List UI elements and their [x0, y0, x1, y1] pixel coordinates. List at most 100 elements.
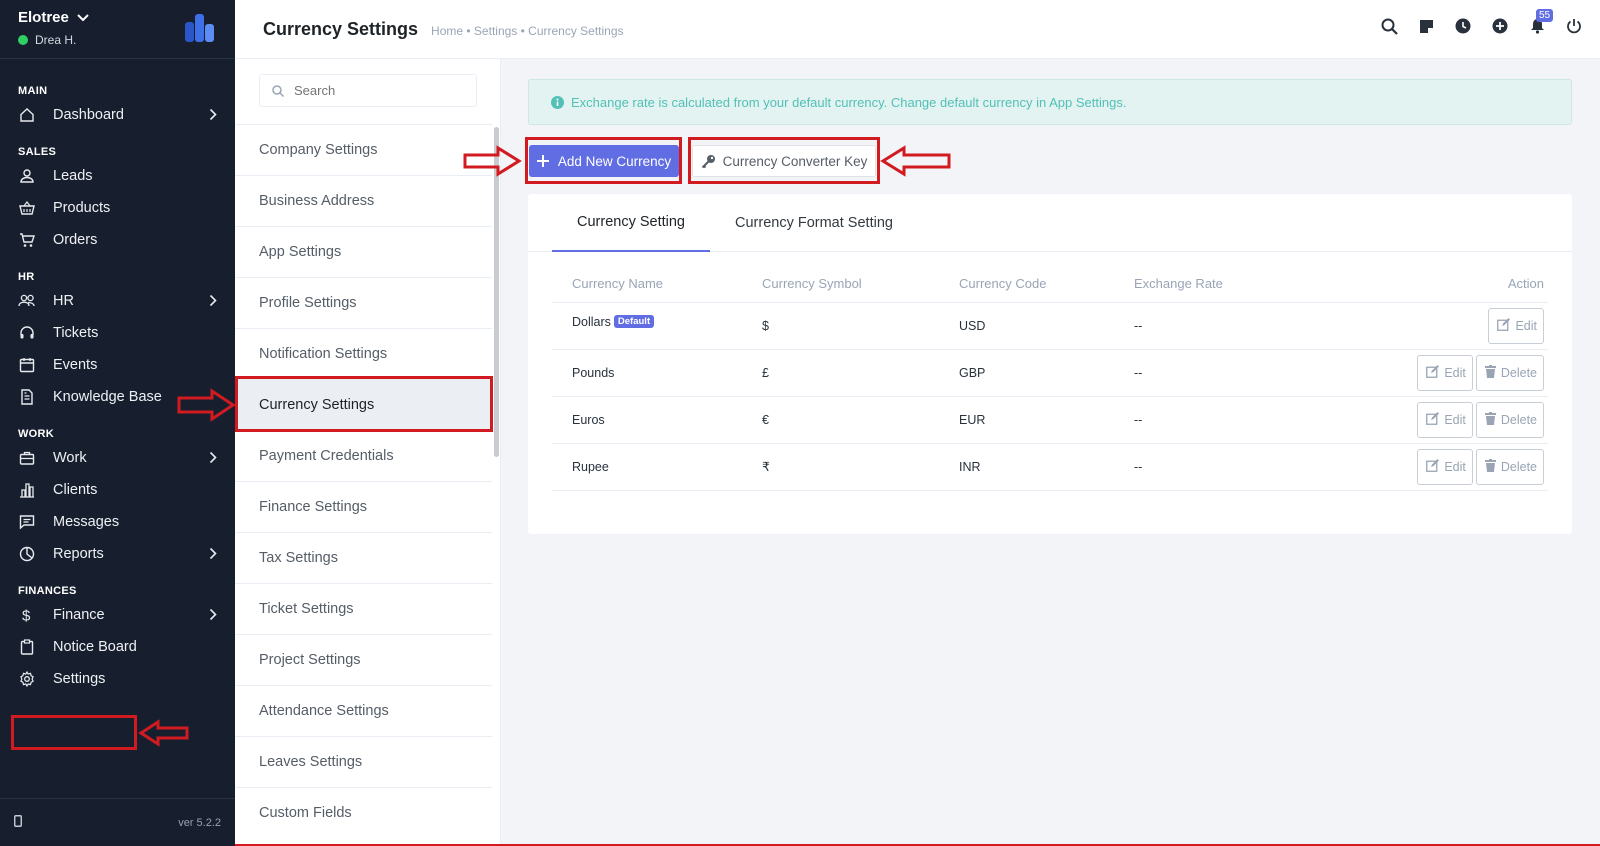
tab-currency-format-setting[interactable]: Currency Format Setting	[710, 194, 918, 252]
settings-menu-list: Company Settings Business Address App Sett…	[235, 124, 492, 838]
add-new-currency-label: Add New Currency	[557, 153, 672, 169]
sidebar-item-clients[interactable]: Clients	[0, 474, 235, 506]
bell-icon[interactable]: 55	[1527, 9, 1554, 36]
currency-tabs: Currency Setting Currency Format Setting	[528, 194, 1572, 252]
delete-label: Delete	[1500, 412, 1537, 427]
sidebar: Elotree Drea H. MAIN Dashboard SALES Leads P…	[0, 0, 235, 846]
action-cell: Edit Delete	[1314, 396, 1548, 444]
currency-code-cell: GBP	[939, 349, 1114, 397]
currency-converter-key-button[interactable]: Currency Converter Key	[692, 145, 876, 177]
settings-menu-scrollbar[interactable]	[494, 127, 499, 457]
sidebar-item-leads[interactable]: Leads	[0, 160, 235, 192]
sidebar-item-products[interactable]: Products	[0, 192, 235, 224]
headset-icon	[18, 324, 36, 342]
currency-name: Euros	[572, 412, 605, 427]
settings-menu-item-tax-settings[interactable]: Tax Settings	[235, 532, 492, 583]
sidebar-item-settings[interactable]: Settings	[0, 663, 235, 695]
chevron-right-icon	[209, 294, 217, 311]
search-icon[interactable]	[1379, 16, 1399, 36]
currency-name: Rupee	[572, 459, 609, 474]
gear-icon	[18, 670, 36, 688]
chevron-right-icon	[209, 608, 217, 625]
settings-menu-item-project-settings[interactable]: Project Settings	[235, 634, 492, 685]
settings-menu-item-notification-settings[interactable]: Notification Settings	[235, 328, 492, 379]
sidebar-item-messages[interactable]: Messages	[0, 506, 235, 538]
settings-menu-item-leaves-settings[interactable]: Leaves Settings	[235, 736, 492, 787]
edit-label: Edit	[1444, 459, 1466, 474]
sidebar-item-orders[interactable]: Orders	[0, 224, 235, 256]
delete-button[interactable]: Delete	[1475, 401, 1544, 438]
sticky-note-icon[interactable]	[1416, 16, 1436, 36]
table-row: Pounds £ GBP -- Edit Delete	[552, 349, 1548, 397]
nav-section-sales: SALES	[18, 146, 57, 158]
delete-button[interactable]: Delete	[1475, 354, 1544, 391]
sidebar-item-hr[interactable]: HR	[0, 285, 235, 317]
edit-button[interactable]: Edit	[1417, 401, 1473, 438]
edit-button[interactable]: Edit	[1488, 307, 1544, 344]
message-icon	[18, 513, 36, 531]
sidebar-item-notice-board[interactable]: Notice Board	[0, 631, 235, 663]
action-cell: Edit Delete	[1314, 349, 1548, 397]
brand-header[interactable]: Elotree Drea H.	[0, 0, 235, 59]
pie-chart-icon	[18, 545, 36, 563]
delete-button[interactable]: Delete	[1475, 448, 1544, 485]
add-new-currency-button[interactable]: Add New Currency	[529, 145, 679, 177]
settings-search[interactable]	[259, 74, 477, 107]
sidebar-item-label: Clients	[53, 482, 98, 498]
mobile-icon[interactable]	[14, 815, 22, 830]
power-icon[interactable]	[1564, 16, 1584, 36]
briefcase-icon	[18, 449, 36, 467]
tab-currency-setting[interactable]: Currency Setting	[552, 194, 710, 252]
edit-label: Edit	[1515, 318, 1537, 333]
edit-button[interactable]: Edit	[1417, 354, 1473, 391]
sidebar-item-finance[interactable]: $ Finance	[0, 599, 235, 631]
sidebar-item-events[interactable]: Events	[0, 349, 235, 381]
edit-button[interactable]: Edit	[1417, 448, 1473, 485]
sidebar-item-label: Dashboard	[53, 107, 124, 123]
settings-menu-item-payment-credentials[interactable]: Payment Credentials	[235, 430, 492, 481]
table-row: Rupee ₹ INR -- Edit Delete	[552, 443, 1548, 491]
sidebar-item-label: HR	[53, 293, 74, 309]
sidebar-item-knowledge-base[interactable]: Knowledge Base	[0, 381, 235, 413]
settings-menu-item-company-settings[interactable]: Company Settings	[235, 124, 492, 175]
chevron-right-icon	[209, 547, 217, 564]
search-icon	[272, 84, 284, 97]
settings-menu-item-attendance-settings[interactable]: Attendance Settings	[235, 685, 492, 736]
settings-menu-item-app-settings[interactable]: App Settings	[235, 226, 492, 277]
settings-menu-item-finance-settings[interactable]: Finance Settings	[235, 481, 492, 532]
currency-name: Dollars	[572, 314, 611, 329]
settings-menu-item-custom-fields[interactable]: Custom Fields	[235, 787, 492, 838]
edit-label: Edit	[1444, 412, 1466, 427]
settings-menu-item-ticket-settings[interactable]: Ticket Settings	[235, 583, 492, 634]
settings-menu-item-profile-settings[interactable]: Profile Settings	[235, 277, 492, 328]
sidebar-item-work[interactable]: Work	[0, 442, 235, 474]
settings-menu-item-business-address[interactable]: Business Address	[235, 175, 492, 226]
svg-text:$: $	[22, 608, 31, 624]
sidebar-item-label: Tickets	[53, 325, 99, 341]
document-icon	[18, 388, 36, 406]
dollar-icon: $	[18, 606, 36, 624]
edit-icon	[1426, 458, 1440, 475]
table-row: Euros € EUR -- Edit Delete	[552, 396, 1548, 444]
top-header: Currency Settings Home • Settings • Curr…	[235, 0, 1600, 59]
page-title: Currency Settings	[263, 18, 419, 39]
annotation-arrow-left-icon	[880, 145, 951, 177]
exchange-rate-cell: --	[1114, 302, 1314, 350]
sidebar-item-label: Orders	[53, 232, 98, 248]
add-circle-icon[interactable]	[1490, 16, 1510, 36]
calendar-icon	[18, 356, 36, 374]
settings-menu-item-currency-settings[interactable]: Currency Settings	[235, 379, 492, 430]
currency-name: Pounds	[572, 365, 615, 380]
sidebar-item-dashboard[interactable]: Dashboard	[0, 99, 235, 131]
action-cell: Edit Delete	[1314, 443, 1548, 491]
currency-name-cell: Rupee	[552, 443, 742, 491]
sidebar-item-reports[interactable]: Reports	[0, 538, 235, 570]
chevron-down-icon[interactable]	[77, 13, 89, 22]
exchange-rate-cell: --	[1114, 396, 1314, 444]
clock-icon[interactable]	[1453, 16, 1473, 36]
company-name: Elotree	[18, 9, 69, 26]
cart-icon	[18, 231, 36, 249]
settings-search-input[interactable]	[294, 83, 464, 98]
action-cell: Edit	[1314, 302, 1548, 350]
sidebar-item-tickets[interactable]: Tickets	[0, 317, 235, 349]
